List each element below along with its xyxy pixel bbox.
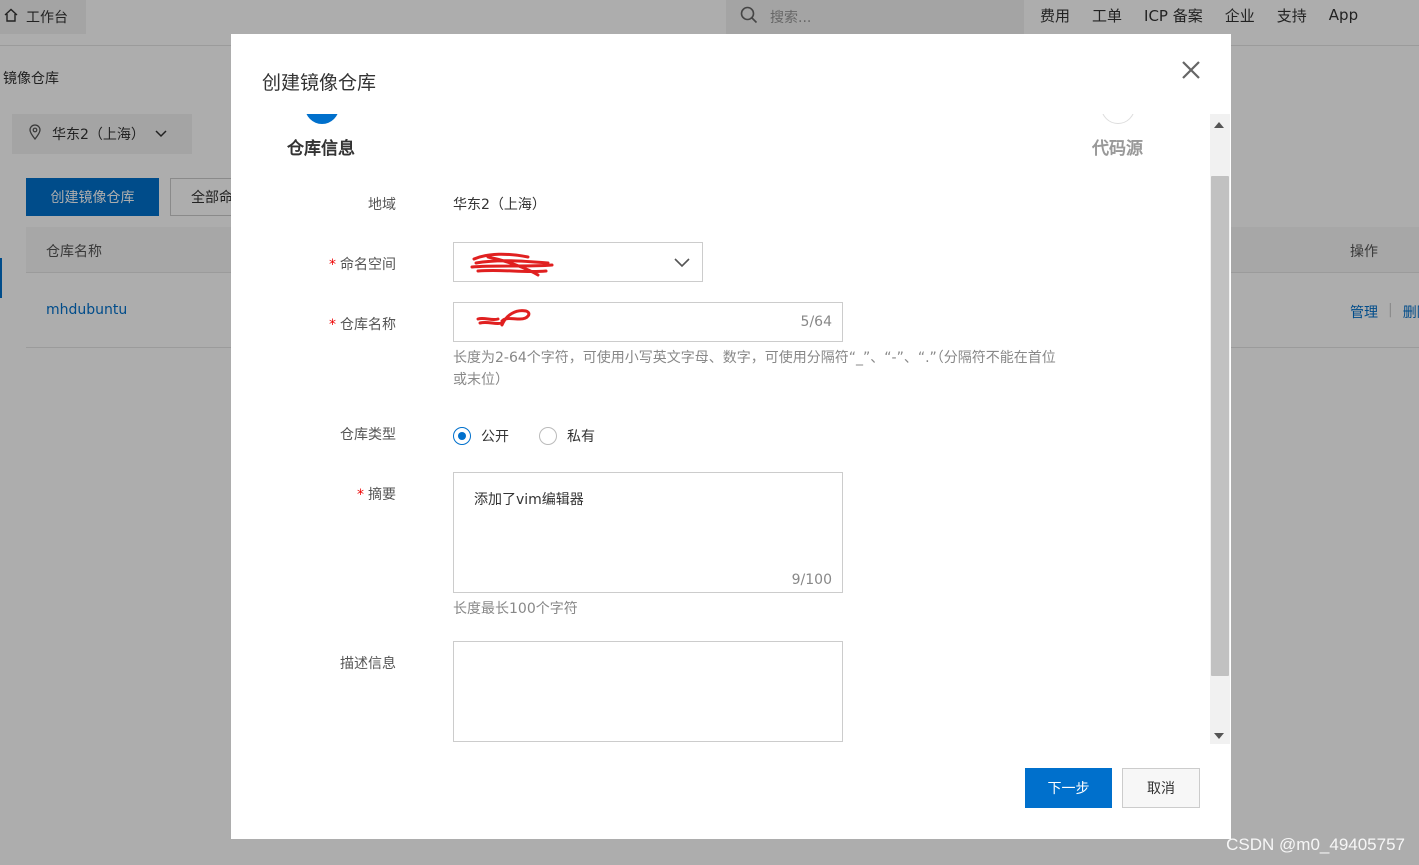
dialog-scrollbar[interactable] [1210, 114, 1230, 744]
summary-label: * 摘要 [231, 484, 396, 504]
step-2-indicator [1101, 114, 1135, 124]
repo-name-label: * 仓库名称 [231, 314, 396, 334]
chevron-down-icon [674, 256, 690, 272]
namespace-select[interactable] [453, 242, 703, 282]
description-label: 描述信息 [340, 656, 396, 672]
required-mark: * [329, 257, 336, 273]
description-textarea[interactable] [453, 641, 843, 742]
redaction-scribble [472, 305, 536, 339]
summary-counter: 9/100 [791, 572, 832, 588]
region-label: 地域 [368, 197, 396, 213]
close-icon[interactable] [1177, 56, 1205, 84]
scroll-up-arrow-icon[interactable] [1214, 122, 1224, 128]
radio-public-circle[interactable] [453, 427, 471, 445]
radio-public[interactable]: 公开 [453, 426, 509, 446]
summary-text: 添加了vim编辑器 [474, 492, 584, 508]
repo-type-label: 仓库类型 [340, 427, 396, 443]
region-value: 华东2（上海） [453, 197, 546, 213]
scrollbar-thumb[interactable] [1211, 176, 1229, 676]
repo-name-hint: 长度为2-64个字符，可使用小写英文字母、数字，可使用分隔符“_”、“-”、“.… [453, 347, 1056, 391]
create-repo-dialog: 创建镜像仓库 仓库信息 代码源 地域 华东2（上海） *命名空间 *仓库名称 [231, 34, 1231, 839]
summary-label-text: 摘要 [368, 487, 396, 503]
summary-hint: 长度最长100个字符 [453, 601, 578, 617]
repo-name-hint-line-1: 长度为2-64个字符，可使用小写英文字母、数字，可使用分隔符“_”、“-”、“.… [453, 350, 1056, 366]
namespace-label-text: 命名空间 [340, 257, 396, 273]
radio-private-label: 私有 [567, 429, 595, 445]
required-mark: * [357, 487, 364, 503]
dialog-title: 创建镜像仓库 [262, 72, 377, 94]
step-1-indicator [305, 114, 339, 124]
repo-name-hint-line-2: 或末位） [453, 372, 509, 388]
watermark: CSDN @m0_49405757 [1226, 835, 1405, 854]
repo-name-input[interactable]: 5/64 [453, 302, 843, 342]
namespace-label: * 命名空间 [231, 254, 396, 274]
required-mark: * [329, 317, 336, 333]
next-step-button[interactable]: 下一步 [1025, 768, 1112, 808]
scroll-down-arrow-icon[interactable] [1214, 733, 1224, 739]
radio-private[interactable]: 私有 [539, 426, 595, 446]
radio-private-circle[interactable] [539, 427, 557, 445]
repo-name-label-text: 仓库名称 [340, 317, 396, 333]
cancel-button[interactable]: 取消 [1122, 768, 1200, 808]
step-1-label: 仓库信息 [287, 139, 355, 159]
repo-type-radio-group: 公开 私有 [453, 426, 615, 446]
repo-name-counter: 5/64 [800, 314, 832, 330]
radio-public-label: 公开 [481, 429, 509, 445]
dialog-body: 仓库信息 代码源 地域 华东2（上海） * 命名空间 * 仓库名称 5/64 长度为… [231, 114, 1231, 744]
step-2-label: 代码源 [1092, 139, 1143, 159]
summary-textarea[interactable]: 添加了vim编辑器 9/100 [453, 472, 843, 593]
redaction-scribble [468, 249, 558, 283]
